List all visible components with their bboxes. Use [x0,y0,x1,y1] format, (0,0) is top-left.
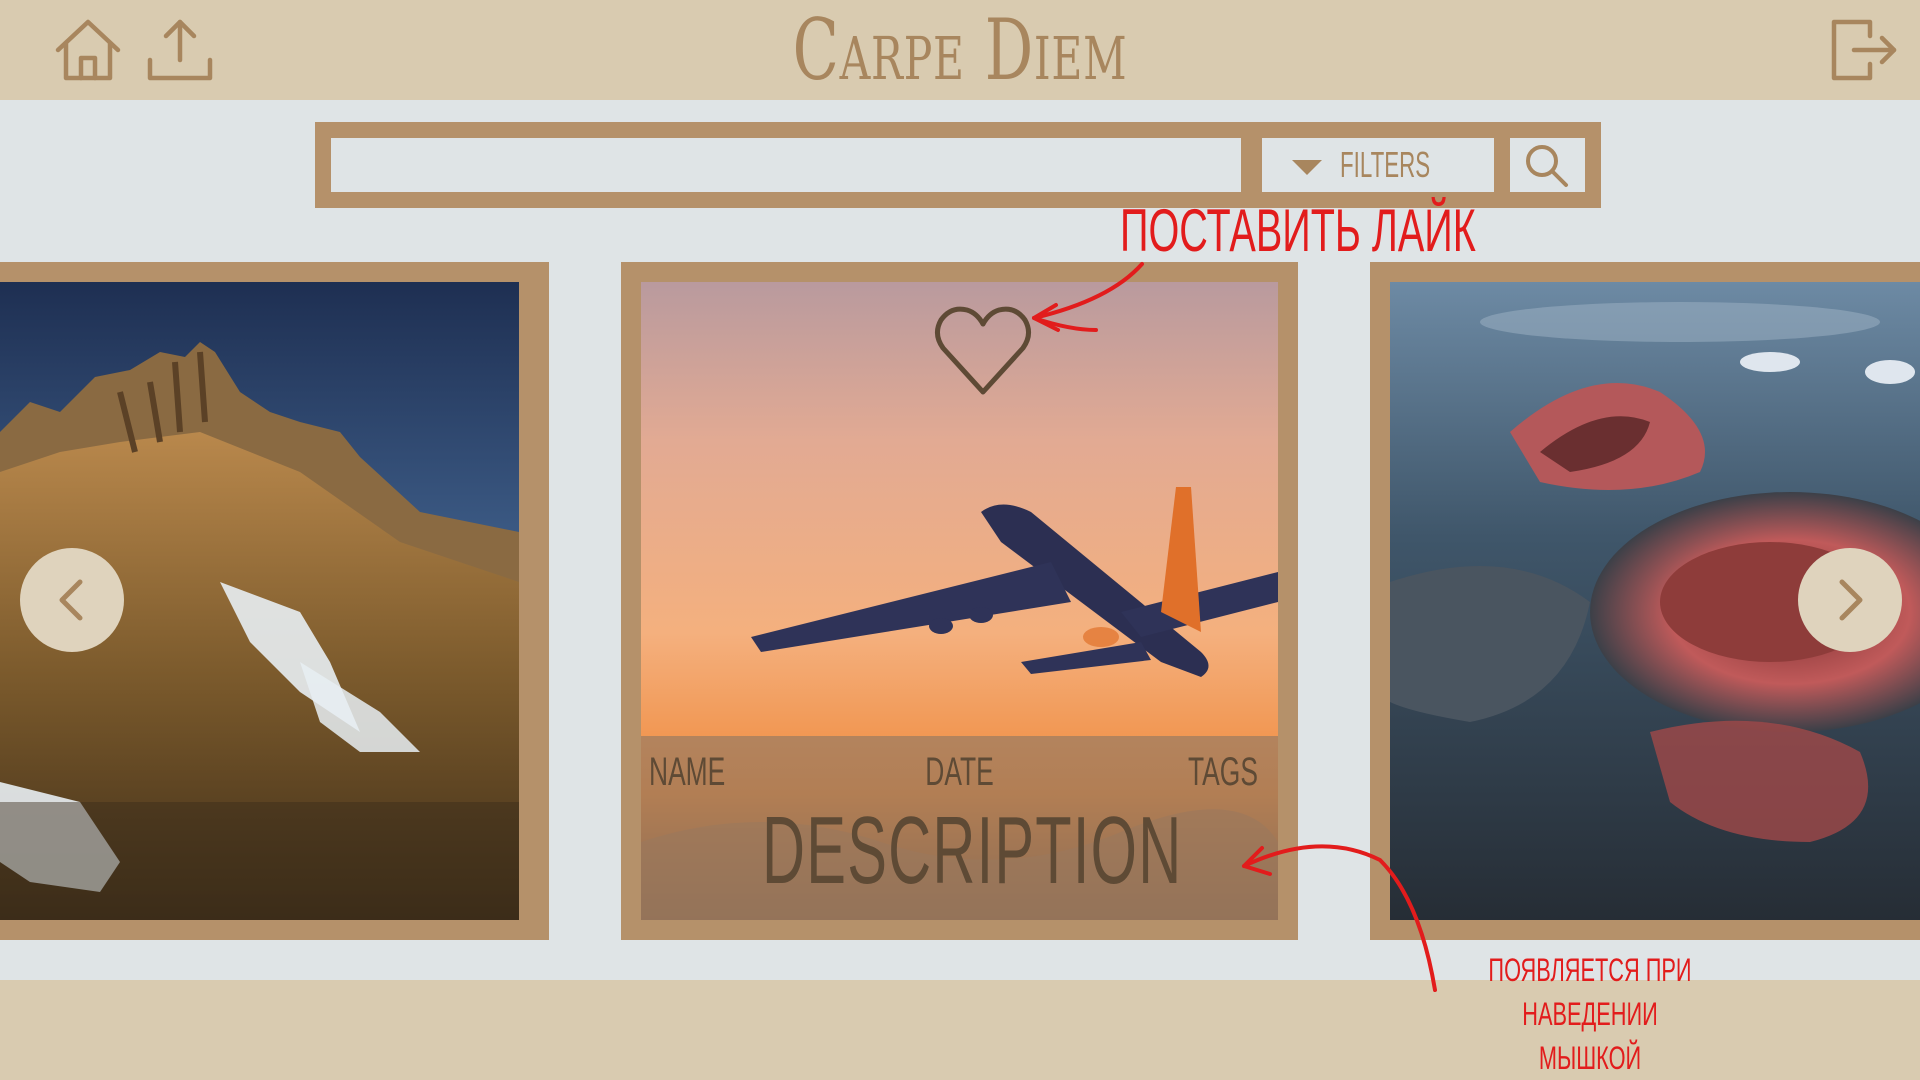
site-title: Carpe Diem [792,1,1128,99]
home-icon[interactable] [52,14,124,86]
hover-info-overlay: NAME DATE TAGS DESCRIPTION [641,736,1278,920]
annotation-hover-line1: появляется при наведении [1488,952,1692,1032]
dropdown-arrow-icon [1292,160,1322,175]
header-bar: Carpe Diem [0,0,1920,100]
annotation-hover-line2: мышкой [1538,1040,1642,1076]
search-button[interactable] [1510,138,1585,192]
photo-tags: TAGS [1188,750,1258,794]
photo-name: NAME [649,750,726,794]
like-button[interactable] [931,300,1035,400]
chevron-right-icon [1839,579,1863,621]
chevron-left-icon [59,579,83,621]
search-icon [1526,145,1568,187]
annotation-like: ПОСТАВИТЬ ЛАЙК [1120,197,1476,264]
logout-icon[interactable] [1826,14,1898,86]
annotation-hover: появляется при наведении мышкой [1488,948,1692,1080]
search-input[interactable] [331,138,1241,192]
photo-card-featured[interactable]: NAME DATE TAGS DESCRIPTION [621,262,1298,940]
heart-icon [935,306,1031,395]
upload-icon[interactable] [144,14,216,86]
airplane-photo: NAME DATE TAGS DESCRIPTION [641,282,1278,920]
photo-description: DESCRIPTION [762,797,1183,904]
carousel-next-button[interactable] [1798,548,1902,652]
carousel-prev-button[interactable] [20,548,124,652]
photo-date: DATE [925,750,994,794]
filters-dropdown[interactable]: FILTERS [1262,138,1494,192]
filters-label: FILTERS [1340,144,1431,185]
